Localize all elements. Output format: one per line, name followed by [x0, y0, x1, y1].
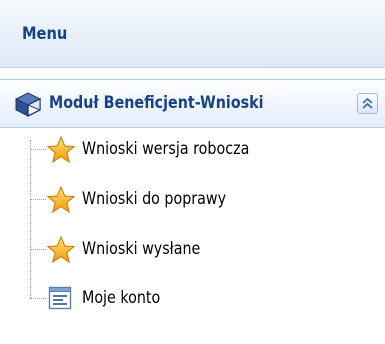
star-icon: [46, 135, 76, 164]
section-header-modul-beneficjent[interactable]: Moduł Beneficjent-Wnioski: [0, 79, 385, 128]
tree-branch-line: [30, 298, 46, 299]
tree-item-label: Wnioski do poprawy: [82, 189, 227, 209]
menu-title: Menu: [22, 24, 68, 44]
section-title: Moduł Beneficjent-Wnioski: [49, 93, 264, 113]
tree-branch-line: [30, 149, 46, 150]
tree-item-label: Moje konto: [82, 288, 161, 308]
tree-item-wnioski-wyslane[interactable]: Wnioski wysłane: [30, 231, 360, 267]
tree-item-label: Wnioski wysłane: [82, 239, 201, 259]
star-icon: [46, 235, 76, 264]
tree-item-wnioski-do-poprawy[interactable]: Wnioski do poprawy: [30, 181, 360, 217]
tree-branch-line: [30, 199, 46, 200]
collapse-chevrons-up-icon: [362, 97, 373, 109]
tree-item-moje-konto[interactable]: Moje konto: [30, 280, 360, 316]
star-icon: [46, 185, 76, 214]
collapse-section-button[interactable]: [357, 93, 378, 114]
tree-item-label: Wnioski wersja robocza: [82, 139, 250, 159]
account-form-icon: [48, 286, 72, 310]
tree-item-wnioski-wersja-robocza[interactable]: Wnioski wersja robocza: [30, 131, 360, 167]
menu-panel: Menu Moduł Beneficjent-Wnioski Wnioski w…: [0, 0, 385, 344]
menu-header: Menu: [0, 0, 385, 68]
module-cube-icon: [14, 92, 42, 117]
tree-branch-line: [30, 249, 46, 250]
